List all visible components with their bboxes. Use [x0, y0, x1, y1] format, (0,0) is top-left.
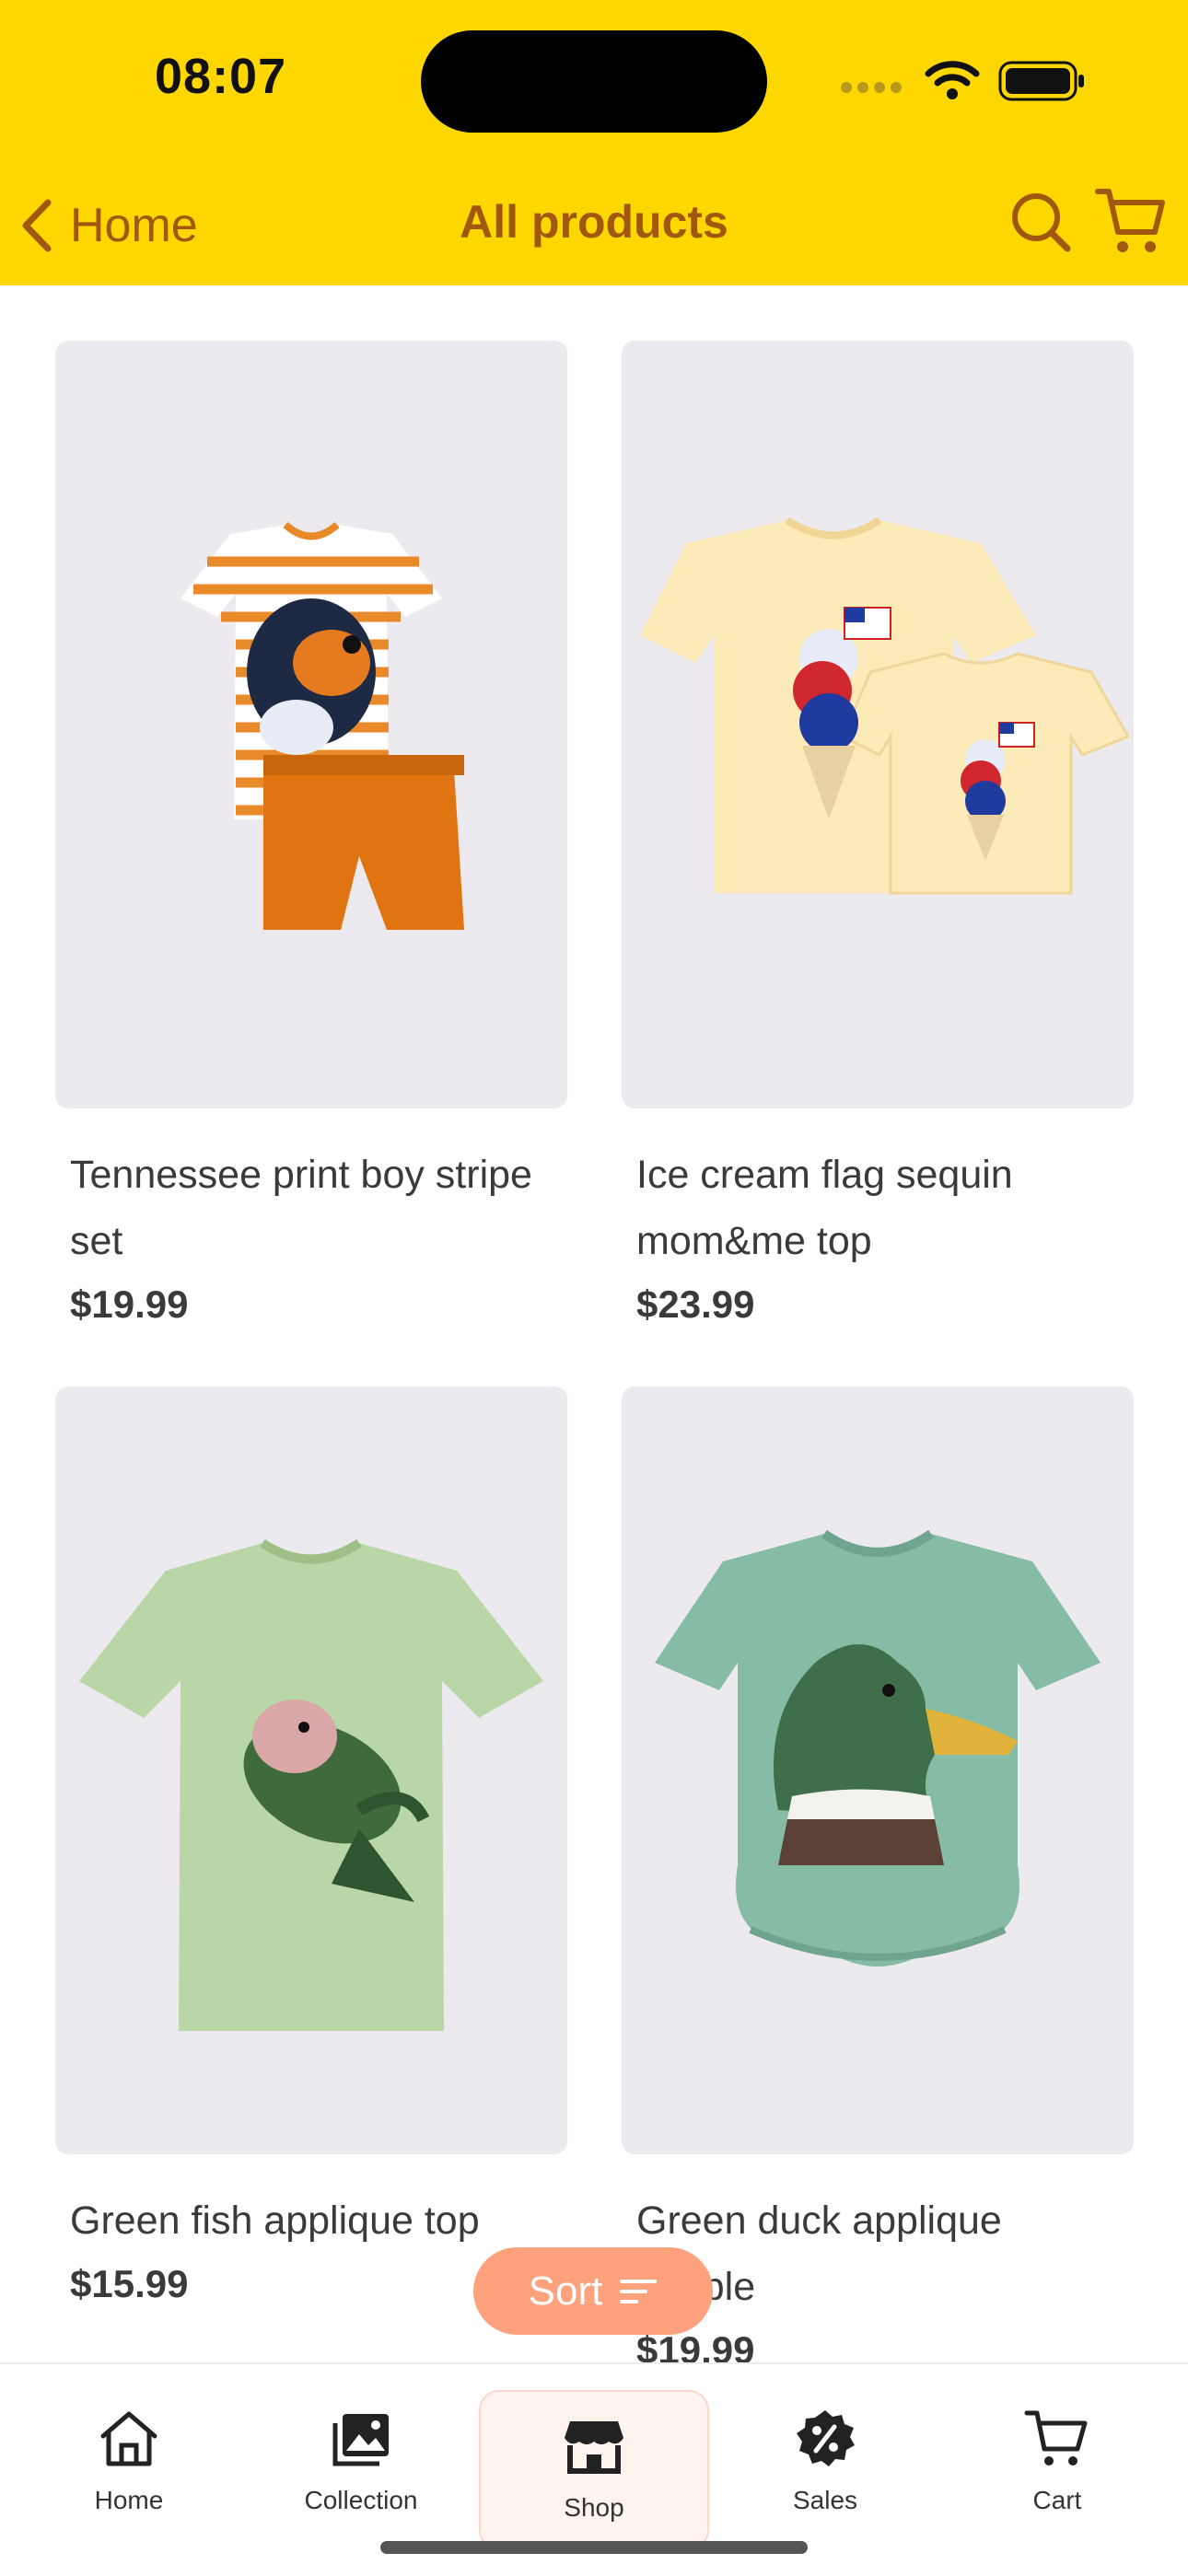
- cart-icon[interactable]: [1094, 186, 1168, 258]
- product-name[interactable]: Ice cream flag sequin mom&me top: [636, 1142, 1115, 1274]
- product-name[interactable]: Green fish applique top: [70, 2187, 549, 2254]
- top-bar: 08:07 Home All products: [0, 0, 1188, 285]
- sort-lines-icon: [620, 2279, 658, 2303]
- tab-label: Shop: [564, 2493, 624, 2522]
- tab-home[interactable]: Home: [28, 2364, 230, 2548]
- battery-icon: [998, 61, 1084, 101]
- product-card[interactable]: Tennessee print boy stripe set $19.99: [55, 341, 567, 1335]
- tab-label: Cart: [1032, 2486, 1082, 2514]
- product-card[interactable]: Green duck applique bubble $19.99: [622, 1387, 1134, 2381]
- duck-bubble-image: [655, 1529, 1101, 1967]
- product-image[interactable]: [55, 1387, 567, 2154]
- house-icon: [100, 2411, 157, 2466]
- fish-top-image: [79, 1538, 543, 2031]
- product-card[interactable]: Green fish applique top $15.99: [55, 1387, 567, 2315]
- tab-collection[interactable]: Collection: [260, 2364, 462, 2548]
- striped-set-image: [181, 521, 464, 930]
- product-image[interactable]: [622, 341, 1134, 1108]
- home-indicator: [380, 2541, 808, 2554]
- product-image[interactable]: [55, 341, 567, 1108]
- search-icon[interactable]: [1008, 190, 1075, 256]
- tab-cart[interactable]: Cart: [956, 2364, 1159, 2548]
- status-time: 08:07: [155, 49, 287, 104]
- gallery-icon: [332, 2414, 389, 2466]
- product-price: $23.99: [636, 1282, 755, 1326]
- cart-icon: [1024, 2410, 1088, 2466]
- tab-label: Home: [94, 2486, 164, 2514]
- tab-label: Sales: [792, 2486, 858, 2514]
- percent-badge-icon: [797, 2410, 855, 2466]
- storefront-icon: [565, 2421, 623, 2474]
- product-image[interactable]: [622, 1387, 1134, 2154]
- tab-label: Collection: [304, 2486, 418, 2514]
- mom-me-tops-image: [640, 516, 1131, 895]
- tab-sales[interactable]: Sales: [724, 2364, 926, 2548]
- product-price: $19.99: [70, 1282, 189, 1326]
- dynamic-island: [421, 30, 767, 133]
- status-icons: [840, 53, 1089, 109]
- tab-shop[interactable]: Shop: [479, 2390, 709, 2550]
- product-card[interactable]: Ice cream flag sequin mom&me top $23.99: [622, 341, 1134, 1335]
- product-name[interactable]: Tennessee print boy stripe set: [70, 1142, 549, 1274]
- signal-icon: [841, 82, 902, 93]
- wifi-icon: [925, 61, 980, 99]
- sort-label: Sort: [528, 2268, 603, 2314]
- sort-button[interactable]: Sort: [473, 2247, 713, 2335]
